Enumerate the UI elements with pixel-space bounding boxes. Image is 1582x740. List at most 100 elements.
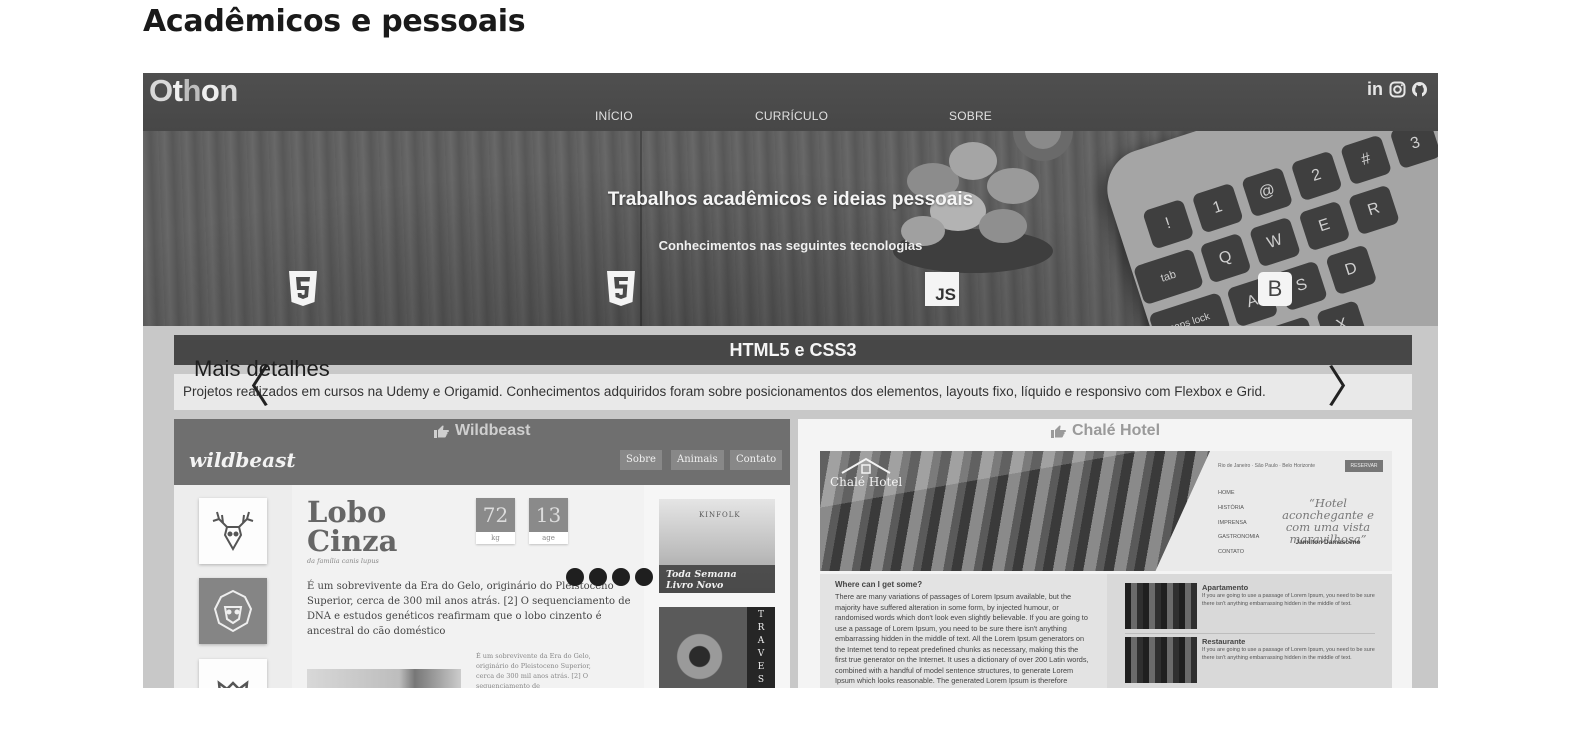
css3-icon (604, 271, 638, 307)
keyboard-key: Z (1266, 315, 1319, 326)
carousel-next-arrow[interactable]: 〉 (1327, 362, 1371, 414)
projects-description: Projetos realizados em cursos na Udemy e… (174, 374, 1412, 410)
chale-quote: “Hotel aconchegante e com uma vista mara… (1282, 496, 1374, 546)
stat-age: 13 age (529, 498, 568, 544)
owl-icon (199, 659, 267, 688)
keyboard-key: # (1339, 134, 1393, 186)
carousel-indicator[interactable] (589, 568, 607, 586)
keyboard-key: X (1315, 299, 1369, 326)
carousel-indicator[interactable] (612, 568, 630, 586)
title-line: Cinza (307, 524, 398, 558)
wildbeast-nav-contato: Contato (730, 450, 783, 470)
chale-body: Where can I get some? There are many var… (820, 574, 1392, 688)
carousel-indicator[interactable] (635, 568, 653, 586)
project-label-wildbeast[interactable]: Wildbeast (433, 422, 530, 440)
chale-reserve-button: RESERVAR (1345, 460, 1383, 472)
caption-line: Toda Semana (666, 569, 737, 580)
chale-quote-author: Jamilton Damasceno (1295, 539, 1361, 546)
strip-letter: V (757, 649, 765, 659)
wood-seam (640, 131, 642, 326)
github-icon[interactable] (1410, 79, 1428, 99)
chale-item-restaurante: Restaurante If you are going to use a pa… (1125, 637, 1375, 683)
pointing-hand-icon (1051, 425, 1066, 438)
strip-letter: S (757, 675, 765, 685)
logo-letter: h (182, 73, 201, 108)
divider (1125, 633, 1375, 634)
stat-unit: age (542, 534, 555, 542)
stat-value: 72 (476, 498, 515, 532)
wildbeast-nav-sobre: Sobre (620, 450, 662, 470)
project-label-chale-hotel[interactable]: Chalé Hotel (1050, 422, 1160, 440)
chale-paragraph: There are many variations of passages of… (835, 592, 1089, 688)
chale-item-text: If you are going to use a passage of Lor… (1202, 647, 1375, 661)
hero-title: Trabalhos acadêmicos e ideias pessoais (607, 189, 974, 210)
deer-icon (199, 498, 267, 564)
strip-letter: E (757, 662, 765, 672)
chale-cities: Rio de Janeiro · São Paulo · Belo Horizo… (1218, 463, 1315, 469)
magazine-brand: KINFOLK (699, 511, 741, 519)
chale-item-title: Apartamento (1202, 583, 1249, 592)
chale-heading: Where can I get some? (835, 580, 923, 589)
project-card-wildbeast[interactable]: wildbeast Sobre Animais Contato Lobo Cinz… (174, 419, 790, 688)
chale-item-title: Restaurante (1202, 637, 1246, 646)
chale-item-apartamento: Apartamento If you are going to use a pa… (1125, 583, 1375, 629)
site-logo[interactable]: Othon (149, 73, 238, 109)
chale-banner: Chalé Hotel Rio de Janeiro · São Paulo ·… (820, 451, 1392, 571)
bootstrap-label: B (1267, 276, 1283, 301)
logo-letter: O (149, 73, 173, 108)
nav-curriculo[interactable]: CURRÍCULO (755, 109, 828, 123)
owl-strip-text: T R A V E S S (747, 607, 775, 688)
wolf-photo (307, 669, 461, 688)
project-card-chale-hotel[interactable]: Chalé Hotel Chalé Hotel Rio de Janeiro ·… (798, 419, 1412, 688)
chale-logo: Chalé Hotel (830, 475, 903, 489)
stat-unit: kg (491, 534, 500, 542)
strip-letter: A (757, 636, 765, 646)
projects-category-title: HTML5 e CSS3 (174, 335, 1412, 365)
nav-inicio[interactable]: INÍCIO (595, 109, 633, 123)
chale-menu-item: HISTÓRIA (1218, 504, 1244, 511)
javascript-label: JS (935, 285, 956, 304)
restaurant-photo (1125, 637, 1197, 683)
house-roof-icon (841, 457, 891, 474)
keyboard-key: tab (1132, 248, 1205, 306)
carousel-indicator[interactable] (566, 568, 584, 586)
owl-photo: T R A V E S S (659, 607, 775, 688)
caption-line: Livro Novo (666, 580, 724, 591)
hero-banner: ! 1 @ 2 # 3 tab Q W E R caps lock A S D … (143, 131, 1438, 326)
wildbeast-caption: da família canis lupus (307, 557, 379, 565)
project-screenshot: Othon INÍCIO CURRÍCULO SOBRE in ! 1 @ 2 … (143, 73, 1438, 688)
linkedin-icon[interactable]: in (1366, 79, 1384, 99)
details-link[interactable]: Mais detalhes (194, 356, 330, 382)
logo-letter: n (219, 73, 238, 108)
wildbeast-animal-title: Lobo Cinza (307, 498, 457, 556)
wildbeast-nav-animais: Animais (671, 450, 724, 470)
apartment-photo (1125, 583, 1197, 629)
nav-sobre[interactable]: SOBRE (949, 109, 992, 123)
magazine-image: KINFOLK Toda Semana Livro Novo (659, 499, 775, 593)
succulent-decoration (893, 131, 1073, 273)
bootstrap-icon: B (1258, 272, 1292, 306)
strip-letter: R (757, 623, 765, 633)
lion-icon (199, 578, 267, 644)
html5-icon (286, 271, 320, 307)
keyboard-key: 3 (1389, 131, 1438, 170)
chale-menu-item: GASTRONOMIA (1218, 534, 1260, 541)
pointing-hand-icon (434, 425, 449, 438)
instagram-icon[interactable] (1388, 79, 1406, 99)
project-label-text: Wildbeast (455, 422, 531, 439)
social-links: in (1366, 79, 1428, 99)
chale-sidebar: Apartamento If you are going to use a pa… (1107, 574, 1392, 688)
logo-letter: o (200, 73, 220, 108)
stat-value: 13 (529, 498, 568, 532)
javascript-icon: JS (925, 272, 959, 306)
magazine-caption: Toda Semana Livro Novo (659, 565, 775, 593)
hero-subtitle: Conhecimentos nas seguintes tecnologias (658, 238, 923, 253)
wildbeast-small-text: É um sobrevivente da Era do Gelo, origin… (476, 652, 591, 688)
projects-section: HTML5 e CSS3 Projetos realizados em curs… (143, 326, 1438, 688)
strip-letter: T (757, 610, 764, 620)
chale-menu-item: HOME (1218, 490, 1235, 496)
carousel-indicators (566, 568, 653, 586)
strip-letter: S (747, 687, 775, 688)
stat-weight: 72 kg (476, 498, 515, 544)
chale-menu: HOME HISTÓRIA IMPRENSA GASTRONOMIA CONTA… (1218, 486, 1259, 560)
